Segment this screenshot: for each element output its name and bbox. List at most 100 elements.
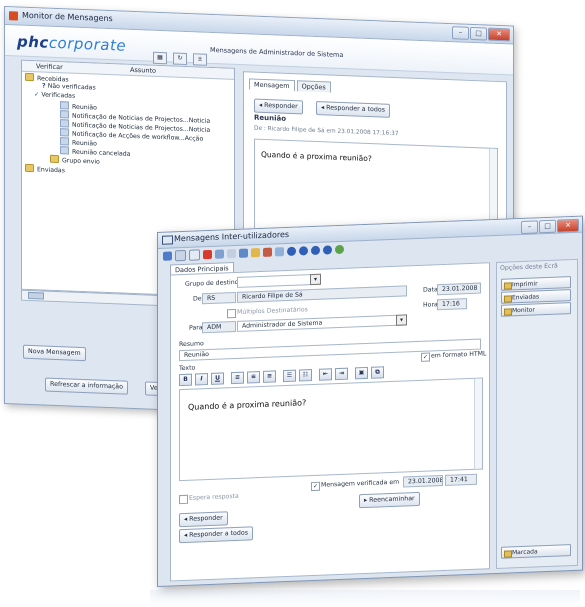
folder-icon xyxy=(50,154,59,164)
bullet-list-icon[interactable]: ☰ xyxy=(283,369,296,383)
minimize-button[interactable]: – xyxy=(521,220,538,235)
data-field[interactable]: 23.01.2008 xyxy=(437,282,481,296)
envelope-icon xyxy=(60,119,69,128)
attach-icon[interactable] xyxy=(263,247,272,257)
responder-button[interactable]: ◂ Responder xyxy=(179,511,228,528)
refresh-list-icon[interactable]: ↻ xyxy=(173,52,187,66)
window-icon xyxy=(162,235,173,245)
folder-icon xyxy=(25,163,34,173)
chevron-down-icon[interactable]: ▾ xyxy=(396,314,407,326)
align-right-icon[interactable]: ≡ xyxy=(263,370,276,383)
numbered-list-icon[interactable]: ☷ xyxy=(299,369,312,382)
tab-mensagem[interactable]: Mensagem xyxy=(249,78,295,92)
inter-user-title: Mensagens Inter-utilizadores xyxy=(174,229,290,244)
delete-icon[interactable] xyxy=(203,249,212,260)
html-checkbox[interactable] xyxy=(421,352,430,362)
monitor-button[interactable]: Monitor xyxy=(501,302,571,317)
de-code-field[interactable]: RS xyxy=(202,291,236,305)
expand-collapse-icon[interactable]: ± xyxy=(193,53,207,66)
folder-icon xyxy=(25,72,34,82)
resumo-label: Resumo xyxy=(179,340,204,349)
html-label: em formato HTML xyxy=(431,350,487,360)
copy-icon[interactable] xyxy=(189,249,200,261)
monitor-title: Monitor de Mensagens xyxy=(22,10,113,24)
bold-icon[interactable]: B xyxy=(179,373,192,387)
align-left-icon[interactable]: ≡ xyxy=(231,371,244,385)
grupo-destino-select[interactable] xyxy=(237,273,321,288)
tree-node-verificadas[interactable]: ✓ Verificadas xyxy=(34,91,75,101)
nav-prev-icon[interactable] xyxy=(299,246,308,256)
text-editor[interactable]: Quando é a proxima reunião? xyxy=(179,377,483,482)
espera-checkbox[interactable] xyxy=(179,494,188,505)
envelope-icon xyxy=(60,137,69,146)
nova-mensagem-button[interactable]: Nova Mensagem xyxy=(23,344,86,362)
envelope-icon xyxy=(60,146,69,155)
folder-icon xyxy=(504,282,512,290)
tree-message-item[interactable]: Reunião xyxy=(60,137,97,148)
envelope-icon xyxy=(60,128,69,137)
italic-icon[interactable]: I xyxy=(195,373,208,386)
indent-icon[interactable]: ⇥ xyxy=(335,367,348,381)
align-center-icon[interactable]: ≡ xyxy=(247,371,260,384)
de-label: De xyxy=(193,295,202,303)
maximize-button[interactable]: □ xyxy=(470,26,487,41)
para-name-field[interactable]: Administrador de Sistema xyxy=(237,314,407,332)
search-icon[interactable] xyxy=(275,247,284,257)
nav-first-icon[interactable] xyxy=(287,246,296,257)
app-icon xyxy=(9,11,18,21)
multiplos-checkbox[interactable] xyxy=(227,308,236,319)
options-header: Opções deste Ecrã xyxy=(500,262,558,272)
envelope-icon xyxy=(60,101,69,110)
minimize-button[interactable]: – xyxy=(452,26,469,40)
chevron-down-icon[interactable]: ▾ xyxy=(310,273,321,286)
tree-node-enviadas[interactable]: Enviadas xyxy=(25,163,65,174)
marcada-button[interactable]: Marcada xyxy=(501,544,571,559)
verificada-time-field[interactable]: 17:41 xyxy=(445,473,477,486)
folder-icon[interactable] xyxy=(251,248,260,258)
folder-icon xyxy=(504,295,512,303)
nav-next-icon[interactable] xyxy=(311,245,320,256)
underline-icon[interactable]: U xyxy=(211,372,224,385)
options-panel: Opções deste Ecrã Imprimir Enviadas Moni… xyxy=(496,258,578,569)
col-assunto[interactable]: Assunto xyxy=(116,64,156,76)
maximize-button[interactable]: □ xyxy=(539,219,556,234)
hora-field[interactable]: 17:16 xyxy=(437,298,467,311)
save-icon[interactable] xyxy=(239,248,248,258)
new-icon[interactable] xyxy=(175,249,186,262)
para-code-field[interactable]: ADM xyxy=(202,320,236,334)
close-button[interactable]: ✕ xyxy=(488,27,510,42)
grid-icon[interactable]: ▦ xyxy=(153,51,167,65)
help-icon[interactable] xyxy=(335,244,344,255)
para-label: Para xyxy=(189,324,203,332)
editor-scrollbar[interactable] xyxy=(474,378,482,469)
image-icon[interactable]: ▣ xyxy=(355,366,368,380)
verificada-checkbox[interactable] xyxy=(311,481,320,492)
form-area: Grupo de destino ▾ De RS Ricardo Filipe … xyxy=(170,262,490,582)
reencaminhar-button[interactable]: ▸ Reencaminhar xyxy=(359,491,420,509)
edit-icon[interactable] xyxy=(215,249,224,259)
nav-last-icon[interactable] xyxy=(323,245,332,255)
tree-node-grupo-envio[interactable]: Grupo envio xyxy=(50,154,100,166)
tree-node-recebidas[interactable]: Recebidas xyxy=(25,72,69,83)
scroll-thumb[interactable] xyxy=(28,291,44,300)
tab-opcoes[interactable]: Opções xyxy=(296,80,331,93)
close-button[interactable]: ✕ xyxy=(557,218,579,233)
envelope-icon xyxy=(60,110,69,119)
print-icon[interactable] xyxy=(227,248,236,259)
data-label: Data xyxy=(423,286,438,294)
folder-icon xyxy=(504,308,512,316)
link-icon[interactable]: ⧉ xyxy=(371,366,384,379)
responder-todos-button[interactable]: ◂ Responder a todos xyxy=(316,100,391,118)
responder-todos-button[interactable]: ◂ Responder a todos xyxy=(179,526,254,544)
tree-message-item[interactable]: Reunião xyxy=(60,101,97,112)
responder-button[interactable]: ◂ Responder xyxy=(254,98,303,115)
flag-icon xyxy=(504,550,512,558)
refrescar-button[interactable]: Refrescar a informação xyxy=(45,377,129,395)
message-from: De : Ricardo Filipe de Sá em 23.01.2008 … xyxy=(254,125,399,138)
navigate-icon[interactable] xyxy=(163,251,172,261)
texto-label: Texto xyxy=(179,364,196,373)
inter-user-window: Mensagens Inter-utilizadores – □ ✕ Dados… xyxy=(157,215,583,587)
de-name-field[interactable]: Ricardo Filipe de Sá xyxy=(237,285,407,303)
outdent-icon[interactable]: ⇤ xyxy=(319,368,332,381)
verificada-date-field[interactable]: 23.01.2008 xyxy=(403,475,443,488)
